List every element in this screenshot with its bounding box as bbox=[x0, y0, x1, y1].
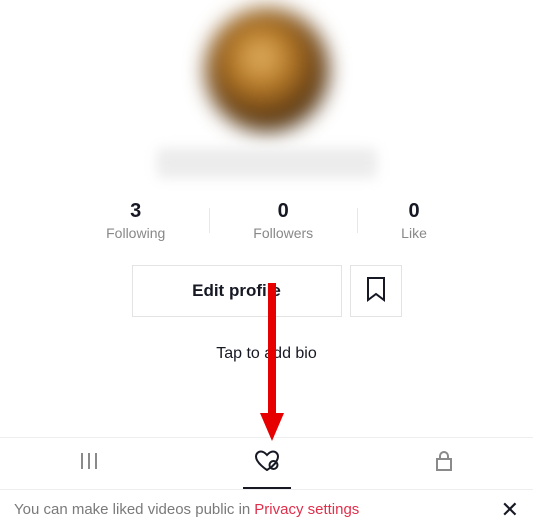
tab-private[interactable] bbox=[355, 438, 533, 489]
stat-label: Like bbox=[401, 225, 427, 241]
heart-off-icon bbox=[254, 450, 280, 477]
avatar[interactable] bbox=[205, 8, 329, 132]
tab-liked[interactable] bbox=[178, 438, 356, 489]
privacy-banner: You can make liked videos public in Priv… bbox=[0, 489, 533, 529]
feed-icon bbox=[79, 451, 99, 476]
stat-value: 0 bbox=[408, 200, 419, 223]
tab-feed[interactable] bbox=[0, 438, 178, 489]
username bbox=[157, 148, 377, 178]
edit-profile-button[interactable]: Edit profile bbox=[132, 265, 342, 317]
stat-followers[interactable]: 0 Followers bbox=[209, 200, 357, 241]
stat-label: Following bbox=[106, 225, 165, 241]
stat-value: 3 bbox=[130, 200, 141, 223]
profile-header: 3 Following 0 Followers 0 Like Edit prof… bbox=[0, 0, 533, 363]
privacy-settings-link[interactable]: Privacy settings bbox=[254, 501, 359, 518]
profile-actions: Edit profile bbox=[132, 265, 402, 317]
bookmark-icon bbox=[365, 276, 387, 307]
stat-like[interactable]: 0 Like bbox=[357, 200, 471, 241]
content-tabs bbox=[0, 437, 533, 489]
stat-label: Followers bbox=[253, 225, 313, 241]
stat-following[interactable]: 3 Following bbox=[62, 200, 209, 241]
add-bio[interactable]: Tap to add bio bbox=[216, 345, 317, 363]
lock-icon bbox=[434, 450, 454, 477]
close-icon[interactable]: ✕ bbox=[501, 499, 519, 521]
bookmark-button[interactable] bbox=[350, 265, 402, 317]
stats-row: 3 Following 0 Followers 0 Like bbox=[0, 200, 533, 241]
banner-text: You can make liked videos public in bbox=[14, 501, 250, 518]
stat-value: 0 bbox=[278, 200, 289, 223]
